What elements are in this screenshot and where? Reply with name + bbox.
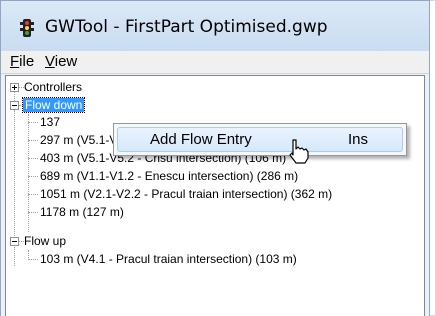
tree-node-flow-entry[interactable]: 137 [40, 113, 60, 131]
traffic-light-icon [20, 19, 34, 37]
menu-view-label: iew [54, 53, 78, 70]
tree-node-flow-entry[interactable]: 689 m (V1.1-V1.2 - Enescu intersection) … [40, 167, 298, 185]
tree-node-flow-entry[interactable]: 1051 m (V2.1-V2.2 - Pracul traian inters… [40, 185, 332, 203]
context-menu-add-flow-entry[interactable]: Add Flow Entry Ins [117, 127, 403, 152]
collapse-toggle-flow-up[interactable] [10, 237, 19, 246]
menu-bar: File View [1, 51, 429, 74]
collapse-toggle-flow-down[interactable] [10, 101, 19, 110]
menu-file-label: ile [19, 53, 35, 70]
context-menu-item-label: Add Flow Entry [150, 131, 252, 148]
title-bar: GWTool - FirstPart Optimised.gwp [1, 1, 429, 52]
context-menu: Add Flow Entry Ins [113, 123, 407, 156]
menu-view[interactable]: View [45, 53, 77, 70]
menu-file-mnemonic: F [10, 53, 20, 70]
menu-view-mnemonic: V [45, 53, 55, 70]
tree-node-flow-entry[interactable]: 1178 m (127 m) [40, 203, 124, 221]
tree-node-flow-up[interactable]: Flow up [24, 232, 66, 250]
tree-view[interactable]: Controllers Flow down 137 297 m (V5.1-V5… [5, 75, 425, 316]
context-menu-item-shortcut: Ins [348, 131, 369, 148]
expand-toggle-controllers[interactable] [10, 83, 19, 92]
menu-file[interactable]: File [10, 53, 34, 70]
hand-pointer-icon [289, 139, 309, 164]
tree-node-controllers[interactable]: Controllers [24, 78, 82, 96]
tree-node-flow-down-label: Flow down [21, 97, 86, 113]
tree-node-flow-entry[interactable]: 103 m (V4.1 - Pracul traian intersection… [40, 250, 297, 268]
window-title: GWTool - FirstPart Optimised.gwp [45, 17, 328, 37]
tree-node-flow-down[interactable]: Flow down [21, 96, 86, 114]
